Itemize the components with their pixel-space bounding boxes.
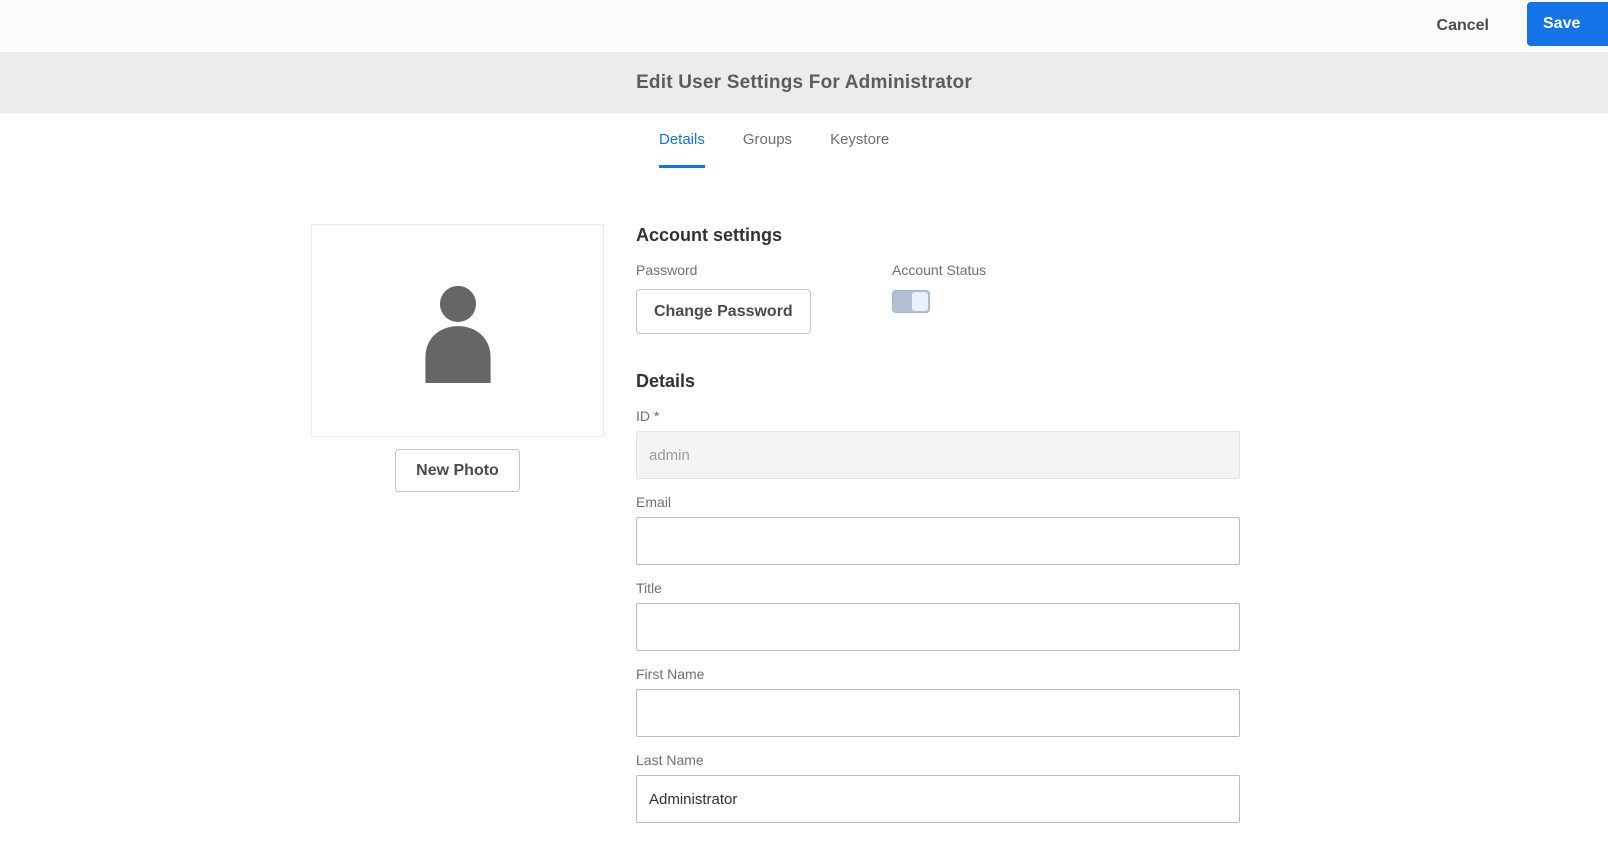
change-password-button[interactable]: Change Password xyxy=(636,289,811,334)
first-name-label: First Name xyxy=(636,666,705,682)
field-first-name: First Name xyxy=(636,666,1240,737)
tab-groups[interactable]: Groups xyxy=(743,131,792,168)
new-photo-button[interactable]: New Photo xyxy=(395,449,520,492)
tab-keystore[interactable]: Keystore xyxy=(830,131,889,168)
email-input[interactable] xyxy=(636,517,1240,565)
account-status-toggle[interactable] xyxy=(892,290,930,313)
page-title: Edit User Settings For Administrator xyxy=(636,71,972,93)
first-name-input[interactable] xyxy=(636,689,1240,737)
field-id: ID * xyxy=(636,408,1240,479)
details-heading: Details xyxy=(636,371,696,391)
password-label: Password xyxy=(636,262,698,278)
photo-column: New Photo xyxy=(311,224,604,492)
save-button[interactable]: Save xyxy=(1527,2,1608,46)
user-silhouette-icon xyxy=(424,285,491,383)
page-header: Edit User Settings For Administrator xyxy=(0,52,1608,113)
last-name-label: Last Name xyxy=(636,752,704,768)
cancel-button[interactable]: Cancel xyxy=(1437,0,1489,52)
title-label: Title xyxy=(636,580,662,596)
email-label: Email xyxy=(636,494,672,510)
tab-details[interactable]: Details xyxy=(659,131,705,168)
last-name-input[interactable] xyxy=(636,775,1240,823)
account-status-group: Account Status xyxy=(892,262,986,334)
tab-bar: Details Groups Keystore xyxy=(659,131,889,168)
field-title: Title xyxy=(636,580,1240,651)
account-status-label: Account Status xyxy=(892,262,987,278)
password-group: Password Change Password xyxy=(636,262,892,334)
details-fields: ID * Email Title First Name Last Name xyxy=(636,408,1240,823)
user-photo-placeholder xyxy=(311,224,604,437)
account-settings-row: Password Change Password Account Status xyxy=(636,262,1240,334)
id-label: ID * xyxy=(636,408,660,424)
title-input[interactable] xyxy=(636,603,1240,651)
toggle-knob xyxy=(912,292,928,311)
field-email: Email xyxy=(636,494,1240,565)
top-action-bar: Cancel Save xyxy=(0,0,1608,52)
form-column: Account settings Password Change Passwor… xyxy=(636,224,1240,838)
edit-user-settings-page: Cancel Save Edit User Settings For Admin… xyxy=(0,0,1608,853)
account-settings-heading: Account settings xyxy=(636,225,783,245)
id-input[interactable] xyxy=(636,431,1240,479)
field-last-name: Last Name xyxy=(636,752,1240,823)
